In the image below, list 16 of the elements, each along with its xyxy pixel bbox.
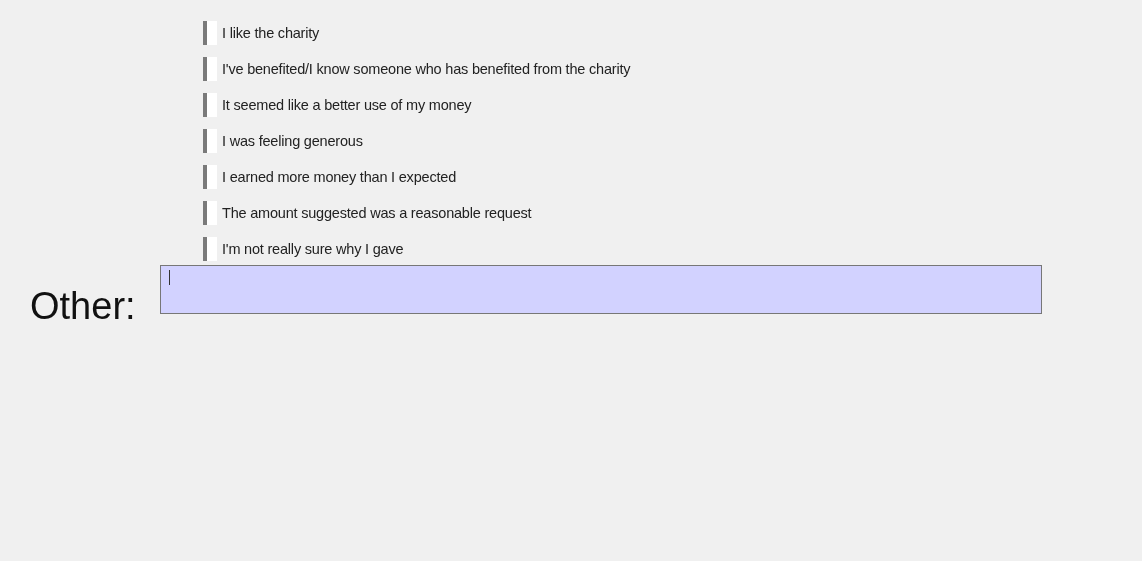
checkbox[interactable] bbox=[203, 129, 217, 153]
option-label: I like the charity bbox=[222, 25, 320, 41]
option-label: It seemed like a better use of my money bbox=[222, 97, 472, 113]
checkbox[interactable] bbox=[203, 21, 217, 45]
option-label: The amount suggested was a reasonable request bbox=[222, 205, 532, 221]
option-label: I earned more money than I expected bbox=[222, 169, 456, 185]
other-input-field[interactable] bbox=[159, 265, 1042, 314]
checkbox[interactable] bbox=[203, 201, 217, 225]
other-label: Other: bbox=[30, 285, 136, 328]
option-label: I was feeling generous bbox=[222, 133, 363, 149]
option-label: I've benefited/I know someone who has benefited from the charity bbox=[222, 61, 631, 77]
checkbox[interactable] bbox=[203, 237, 217, 261]
option-label: I'm not really sure why I gave bbox=[222, 241, 404, 257]
checkbox[interactable] bbox=[203, 57, 217, 81]
checkbox[interactable] bbox=[203, 165, 217, 189]
checkbox[interactable] bbox=[203, 93, 217, 117]
